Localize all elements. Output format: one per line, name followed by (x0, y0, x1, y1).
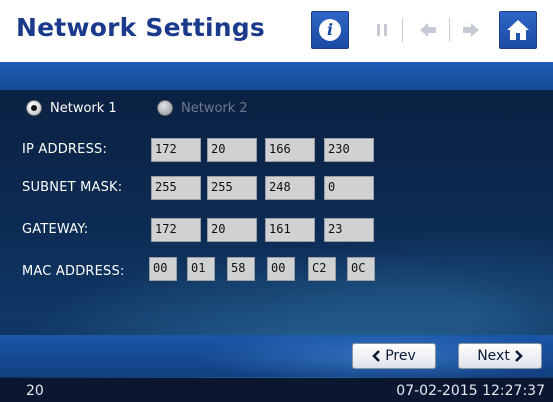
page-title: Network Settings (16, 13, 265, 42)
mac-address-label: MAC ADDRESS: (22, 264, 125, 279)
mac-byte-field[interactable]: 00 (149, 257, 177, 281)
radio-unselected-icon (157, 100, 173, 116)
subnet-octet-field[interactable]: 255 (207, 176, 257, 200)
subnet-mask-label: SUBNET MASK: (22, 180, 123, 195)
chevron-left-icon (372, 350, 381, 362)
gateway-octet-field[interactable]: 23 (324, 218, 374, 242)
gateway-octet-field[interactable]: 20 (207, 218, 257, 242)
radio-network-1[interactable]: Network 1 (26, 100, 117, 116)
gateway-label: GATEWAY: (22, 222, 89, 237)
chevron-right-icon (514, 350, 523, 362)
gateway-octet-field[interactable]: 161 (265, 218, 315, 242)
radio-label: Network 1 (50, 100, 117, 116)
home-button[interactable] (499, 11, 537, 49)
home-icon (507, 20, 529, 40)
ip-address-label: IP ADDRESS: (22, 142, 108, 157)
arrow-left-icon (416, 18, 440, 42)
mac-byte-field[interactable]: C2 (308, 257, 336, 281)
mac-byte-field[interactable]: 58 (227, 257, 255, 281)
radio-selected-icon (26, 100, 42, 116)
ip-octet-field[interactable]: 172 (151, 138, 201, 162)
next-button[interactable]: Next (458, 343, 542, 369)
ip-octet-field[interactable]: 230 (324, 138, 374, 162)
status-code: 20 (26, 383, 44, 399)
header-bar: Network Settings i (0, 0, 553, 62)
header-divider (449, 18, 450, 42)
arrow-right-icon (459, 18, 483, 42)
mac-byte-field[interactable]: 0C (347, 257, 375, 281)
mac-byte-field[interactable]: 01 (187, 257, 215, 281)
info-icon: i (319, 19, 341, 41)
prev-button[interactable]: Prev (352, 343, 436, 369)
mac-byte-field[interactable]: 00 (267, 257, 295, 281)
header-divider (402, 18, 403, 42)
radio-network-2[interactable]: Network 2 (157, 100, 248, 116)
info-button[interactable]: i (311, 11, 349, 49)
ip-octet-field[interactable]: 20 (207, 138, 257, 162)
ip-octet-field[interactable]: 166 (265, 138, 315, 162)
subnet-octet-field[interactable]: 255 (151, 176, 201, 200)
subnet-octet-field[interactable]: 0 (324, 176, 374, 200)
panel-top-bar (0, 62, 553, 90)
subnet-octet-field[interactable]: 248 (265, 176, 315, 200)
radio-label: Network 2 (181, 100, 248, 116)
prev-button-label: Prev (385, 348, 416, 364)
status-datetime: 07-02-2015 12:27:37 (396, 383, 545, 399)
next-button-label: Next (477, 348, 510, 364)
gateway-octet-field[interactable]: 172 (151, 218, 201, 242)
pause-icon (370, 18, 394, 42)
